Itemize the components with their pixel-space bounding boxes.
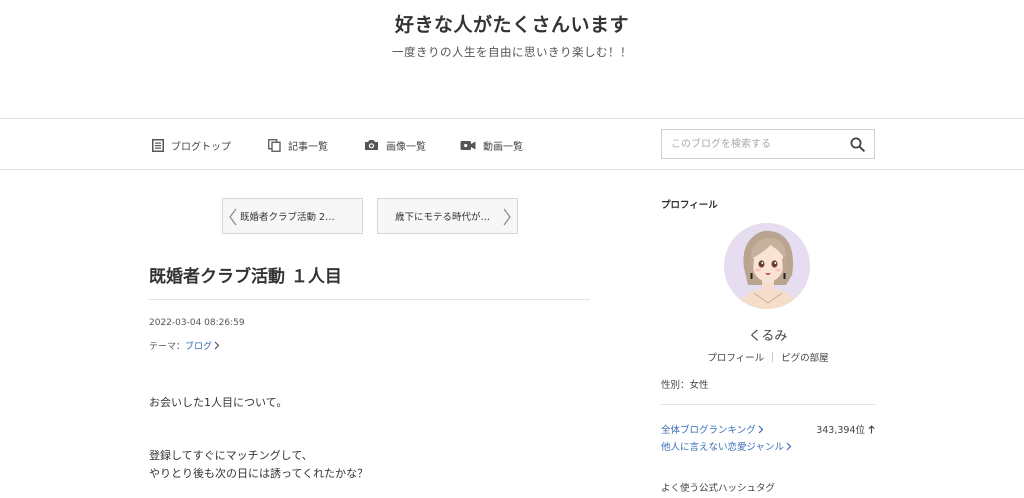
profile-gender: 性別：女性 — [661, 380, 709, 391]
ranking-genre-label: 他人に言えない恋愛ジャンル — [661, 442, 785, 453]
ranking-genre-row: 他人に言えない恋愛ジャンル — [661, 439, 875, 453]
nav-video-list[interactable]: 動画一覧 — [460, 136, 523, 154]
theme-link[interactable]: ブログ — [185, 339, 220, 352]
chevron-right-icon — [214, 341, 220, 350]
nav-label: 記事一覧 — [288, 141, 328, 153]
document-icon — [152, 138, 164, 152]
entry-theme: テーマ： ブログ — [149, 339, 220, 352]
nav-label: 画像一覧 — [386, 141, 426, 153]
search-input[interactable] — [662, 130, 842, 158]
search-box — [661, 129, 875, 159]
ranking-value-text: 343,394位 — [816, 425, 865, 436]
profile-nickname[interactable]: くるみ — [661, 325, 875, 344]
theme-prefix: テーマ： — [149, 342, 186, 352]
next-entry-button[interactable]: 歳下にモテる時代が… — [377, 198, 518, 234]
video-icon — [460, 140, 476, 150]
ranking-overall-link[interactable]: 全体ブログランキング — [661, 422, 764, 436]
chevron-right-icon — [758, 425, 764, 433]
nav-image-list[interactable]: 画像一覧 — [364, 136, 426, 154]
nav-article-list[interactable]: 記事一覧 — [268, 136, 328, 154]
hashtag-heading: よく使う公式ハッシュタグ — [661, 483, 776, 494]
avatar[interactable] — [724, 223, 810, 309]
nav-label: 動画一覧 — [483, 141, 523, 153]
nav-label: ブログトップ — [171, 141, 231, 153]
search-icon[interactable] — [850, 137, 865, 152]
blog-page: 好きな人がたくさんいます 一度きりの人生を自由に思いきり楽しむ！！ ブログトップ… — [0, 0, 1024, 498]
copy-icon — [268, 138, 281, 152]
entry-date: 2022-03-04 08:26:59 — [149, 318, 245, 328]
theme-label: ブログ — [185, 342, 213, 352]
sidebar-heading-profile: プロフィール — [661, 200, 718, 211]
arrow-up-icon — [868, 424, 875, 433]
site-title[interactable]: 好きな人がたくさんいます — [0, 10, 1024, 37]
next-entry-label: 歳下にモテる時代が… — [395, 212, 491, 223]
paragraph: お会いした1人目について。 — [149, 396, 288, 409]
paragraph: 登録してすぐにマッチングして、 — [149, 449, 313, 462]
chevron-right-icon — [786, 442, 792, 450]
global-nav: ブログトップ 記事一覧 画像一覧 動画一覧 — [0, 118, 1024, 170]
site-header: 好きな人がたくさんいます 一度きりの人生を自由に思いきり楽しむ！！ — [0, 0, 1024, 118]
profile-link[interactable]: プロフィール — [707, 350, 764, 364]
divider — [661, 404, 875, 405]
camera-icon — [365, 140, 378, 150]
avatar-illustration — [724, 223, 810, 309]
ranking-genre-link[interactable]: 他人に言えない恋愛ジャンル — [661, 439, 792, 453]
ranking-value: 343,394位 — [816, 422, 875, 436]
pig-room-link[interactable]: ピグの部屋 — [781, 350, 829, 364]
chevron-right-icon — [503, 208, 511, 226]
ranking-overall-label: 全体ブログランキング — [661, 425, 756, 436]
prev-entry-button[interactable]: 既婚者クラブ活動 2… — [222, 198, 363, 234]
ranking-overall-row: 全体ブログランキング 343,394位 — [661, 422, 875, 436]
nav-blog-top[interactable]: ブログトップ — [152, 136, 231, 154]
divider — [149, 299, 590, 300]
separator — [772, 352, 774, 362]
prev-entry-label: 既婚者クラブ活動 2… — [240, 212, 335, 223]
site-subtitle: 一度きりの人生を自由に思いきり楽しむ！！ — [392, 45, 632, 59]
profile-links: プロフィール ピグの部屋 — [661, 350, 875, 364]
paragraph: やりとり後も次の日には誘ってくれたかな？ — [149, 467, 369, 480]
entry-title: 既婚者クラブ活動 １人目 — [149, 267, 342, 287]
chevron-left-icon — [229, 208, 237, 226]
